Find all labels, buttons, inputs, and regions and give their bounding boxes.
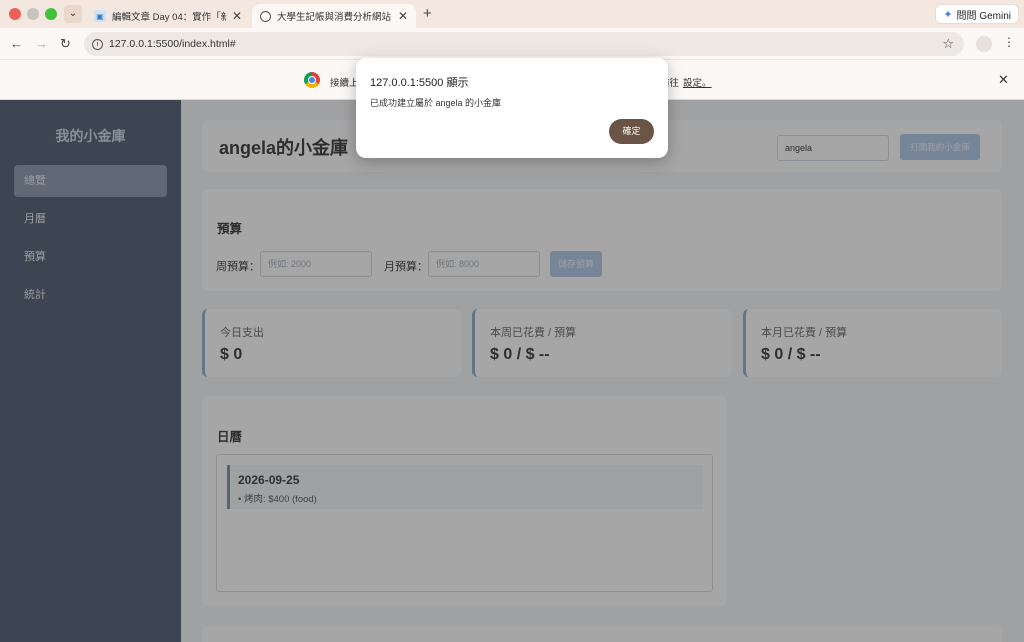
bookmark-star-icon[interactable]: ☆ <box>942 36 954 52</box>
browser-tab-edit-article[interactable]: ▣ 編輯文章 Day 04：實作「新增 ✕ <box>86 4 250 28</box>
site-info-icon[interactable]: i <box>92 38 103 50</box>
window-close-button[interactable] <box>9 8 21 20</box>
tab-title: 編輯文章 Day 04：實作「新增 <box>112 12 226 23</box>
chrome-logo-icon <box>304 72 320 88</box>
window-maximize-button[interactable] <box>45 8 57 20</box>
tab-close-icon[interactable]: ✕ <box>232 9 242 23</box>
modal-overlay <box>0 100 1024 642</box>
article-favicon-icon: ▣ <box>94 10 106 22</box>
back-arrow-icon[interactable]: ← <box>10 36 23 51</box>
globe-favicon-icon <box>260 10 271 22</box>
dialog-title: 127.0.0.1:5500 顯示 <box>370 77 469 89</box>
gemini-sparkle-icon: ✦ <box>943 8 953 21</box>
window-minimize-button[interactable] <box>27 8 39 20</box>
browser-tab-active[interactable]: 大學生記帳與消費分析網站 ✕ <box>252 4 416 28</box>
profile-avatar-icon[interactable] <box>976 36 992 52</box>
reload-icon[interactable]: ↻ <box>60 36 71 52</box>
address-url: 127.0.0.1:5500/index.html# <box>109 38 236 50</box>
address-bar[interactable]: i 127.0.0.1:5500/index.html# ☆ <box>84 32 964 56</box>
dialog-ok-button[interactable]: 確定 <box>609 119 654 144</box>
infobar-settings-link[interactable]: 設定。 <box>683 78 712 89</box>
tab-title: 大學生記帳與消費分析網站 <box>277 12 392 23</box>
gemini-label: 問問 Gemini <box>956 10 1011 22</box>
browser-menu-icon[interactable]: ⋮ <box>1003 35 1015 49</box>
dialog-message: 已成功建立屬於 angela 的小金庫 <box>370 98 502 108</box>
tab-close-icon[interactable]: ✕ <box>398 9 408 23</box>
browser-tab-bar: ⌄ ▣ 編輯文章 Day 04：實作「新增 ✕ 大學生記帳與消費分析網站 ✕ +… <box>0 0 1024 28</box>
infobar-text: 接續上 <box>330 78 359 89</box>
tab-search-dropdown-icon[interactable]: ⌄ <box>64 5 82 23</box>
infobar-close-icon[interactable]: ✕ <box>998 72 1009 88</box>
alert-dialog: 127.0.0.1:5500 顯示 已成功建立屬於 angela 的小金庫 確定 <box>356 58 668 158</box>
ask-gemini-button[interactable]: ✦ 問問 Gemini <box>935 4 1019 24</box>
new-tab-button[interactable]: + <box>423 5 432 22</box>
forward-arrow-icon[interactable]: → <box>35 36 48 51</box>
browser-toolbar: ← → ↻ i 127.0.0.1:5500/index.html# ☆ <box>0 28 1024 60</box>
